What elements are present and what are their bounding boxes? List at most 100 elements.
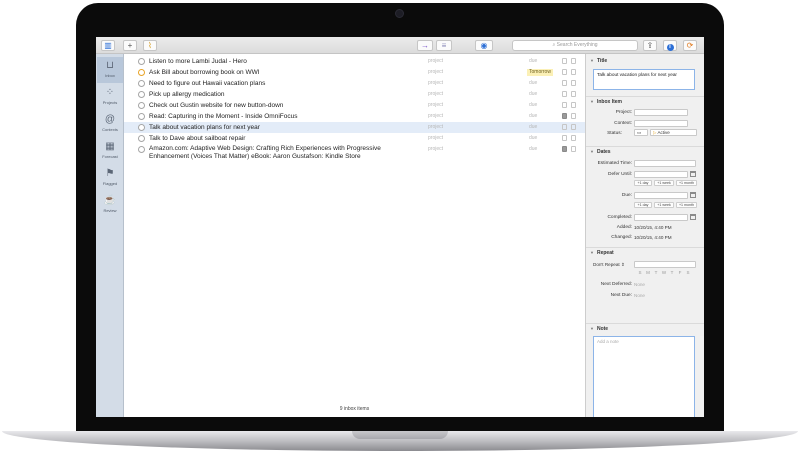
note-icon[interactable] [562, 124, 567, 130]
flag-icon[interactable] [571, 91, 576, 97]
item-due[interactable]: Tomorrow [527, 69, 553, 76]
note-icon[interactable] [562, 146, 567, 152]
calendar-icon[interactable] [690, 214, 696, 220]
status-circle[interactable] [138, 146, 145, 153]
share-button[interactable]: ⇪ [643, 40, 657, 51]
flag-icon[interactable] [571, 102, 576, 108]
item-project[interactable]: project [428, 122, 443, 133]
defer-plus-week-button[interactable]: +1 week [654, 180, 674, 186]
note-icon[interactable] [562, 135, 567, 141]
status-circle[interactable] [138, 124, 145, 131]
item-project[interactable]: project [428, 144, 443, 155]
item-project[interactable]: project [428, 56, 443, 67]
item-due[interactable]: due [529, 133, 537, 144]
due-field[interactable] [634, 192, 688, 199]
flag-icon[interactable] [571, 80, 576, 86]
view-options-button[interactable]: ≡ [436, 40, 452, 51]
defer-plus-month-button[interactable]: +1 month [676, 180, 697, 186]
note-section-header[interactable]: ▼ Note [586, 323, 704, 332]
status-circle[interactable] [138, 102, 145, 109]
list-item[interactable]: Listen to more Lambi Judal - Hero projec… [124, 56, 585, 67]
item-title[interactable]: Check out Gustin website for new button-… [149, 100, 283, 111]
flag-icon[interactable] [571, 113, 576, 119]
item-title[interactable]: Talk about vacation plans for next year [149, 122, 260, 133]
sidebar-item-forecast[interactable]: ▦ Forecast [97, 138, 123, 164]
list-item[interactable]: Talk to Dave about sailboat repair proje… [124, 133, 585, 144]
list-item[interactable]: Talk about vacation plans for next year … [124, 122, 585, 133]
item-due[interactable]: due [529, 122, 537, 133]
title-section-header[interactable]: ▼ Title [586, 56, 704, 65]
item-due[interactable]: due [529, 78, 537, 89]
new-action-button[interactable]: + [123, 40, 137, 51]
defer-plus-day-button[interactable]: +1 day [634, 180, 652, 186]
weekday-sat[interactable]: S [684, 270, 692, 275]
weekday-mon[interactable]: M [644, 270, 652, 275]
status-circle[interactable] [138, 113, 145, 120]
list-item[interactable]: Pick up allergy medication project due [124, 89, 585, 100]
flag-icon[interactable] [571, 69, 576, 75]
item-project[interactable]: project [428, 133, 443, 144]
status-circle[interactable] [138, 80, 145, 87]
clean-up-button[interactable]: ⌇ [143, 40, 157, 51]
weekday-wed[interactable]: W [660, 270, 668, 275]
sidebar-toggle-button[interactable]: ▥ [101, 40, 115, 51]
status-circle[interactable] [138, 135, 145, 142]
repeat-field[interactable] [634, 261, 696, 268]
weekday-thu[interactable]: T [668, 270, 676, 275]
sidebar-item-projects[interactable]: ⁘ Projects [97, 84, 123, 110]
search-input[interactable]: ⌕ Search Everything [512, 40, 638, 51]
inspector-scrollbar[interactable] [700, 336, 704, 417]
item-project[interactable]: project [428, 111, 443, 122]
item-title[interactable]: Pick up allergy medication [149, 89, 225, 100]
project-select[interactable] [634, 109, 688, 116]
dates-section-header[interactable]: ▼ Dates [586, 146, 704, 155]
repeat-section-header[interactable]: ▼ Repeat [586, 247, 704, 256]
flag-icon[interactable] [571, 146, 576, 152]
note-icon[interactable] [562, 113, 567, 119]
item-due[interactable]: due [529, 144, 537, 155]
sidebar-item-review[interactable]: ☕ Review [97, 192, 123, 218]
note-icon[interactable] [562, 58, 567, 64]
due-plus-month-button[interactable]: +1 month [676, 202, 697, 208]
item-due[interactable]: due [529, 111, 537, 122]
status-circle[interactable] [138, 69, 145, 76]
item-project[interactable]: project [428, 100, 443, 111]
item-due[interactable]: due [529, 100, 537, 111]
status-circle[interactable] [138, 91, 145, 98]
flag-icon[interactable] [571, 135, 576, 141]
due-plus-day-button[interactable]: +1 day [634, 202, 652, 208]
list-item[interactable]: Read: Capturing in the Moment - Inside O… [124, 111, 585, 122]
list-item[interactable]: Check out Gustin website for new button-… [124, 100, 585, 111]
sidebar-item-contexts[interactable]: @ Contexts [97, 111, 123, 137]
sidebar-item-inbox[interactable]: ⊔ Inbox [97, 57, 123, 83]
sidebar-item-flagged[interactable]: ⚑ Flagged [97, 165, 123, 191]
defer-field[interactable] [634, 171, 688, 178]
flag-icon[interactable] [571, 58, 576, 64]
item-due[interactable]: due [529, 56, 537, 67]
list-item[interactable]: Ask Bill about borrowing book on WWI pro… [124, 67, 585, 78]
item-title[interactable]: Listen to more Lambi Judal - Hero [149, 56, 247, 67]
item-title[interactable]: Talk to Dave about sailboat repair [149, 133, 245, 144]
weekday-tue[interactable]: T [652, 270, 660, 275]
item-title[interactable]: Ask Bill about borrowing book on WWI [149, 67, 260, 78]
focus-button[interactable]: ◉ [475, 40, 493, 51]
completed-field[interactable] [634, 214, 688, 221]
info-button[interactable]: i [663, 40, 677, 51]
note-icon[interactable] [562, 102, 567, 108]
due-plus-week-button[interactable]: +1 week [654, 202, 674, 208]
inbox-section-header[interactable]: ▼ Inbox Item [586, 96, 704, 105]
calendar-icon[interactable] [690, 171, 696, 177]
note-field[interactable]: Add a note [593, 336, 695, 417]
status-circle[interactable] [138, 58, 145, 65]
context-select[interactable] [634, 120, 688, 127]
item-title[interactable]: Need to figure out Hawaii vacation plans [149, 78, 265, 89]
sync-button[interactable]: ⟳ [683, 40, 697, 51]
item-project[interactable]: project [428, 78, 443, 89]
item-project[interactable]: project [428, 89, 443, 100]
weekday-fri[interactable]: F [676, 270, 684, 275]
move-button[interactable]: → [417, 40, 433, 51]
item-title[interactable]: Read: Capturing in the Moment - Inside O… [149, 111, 297, 122]
estimated-field[interactable] [634, 160, 696, 167]
calendar-icon[interactable] [690, 192, 696, 198]
note-icon[interactable] [562, 69, 567, 75]
